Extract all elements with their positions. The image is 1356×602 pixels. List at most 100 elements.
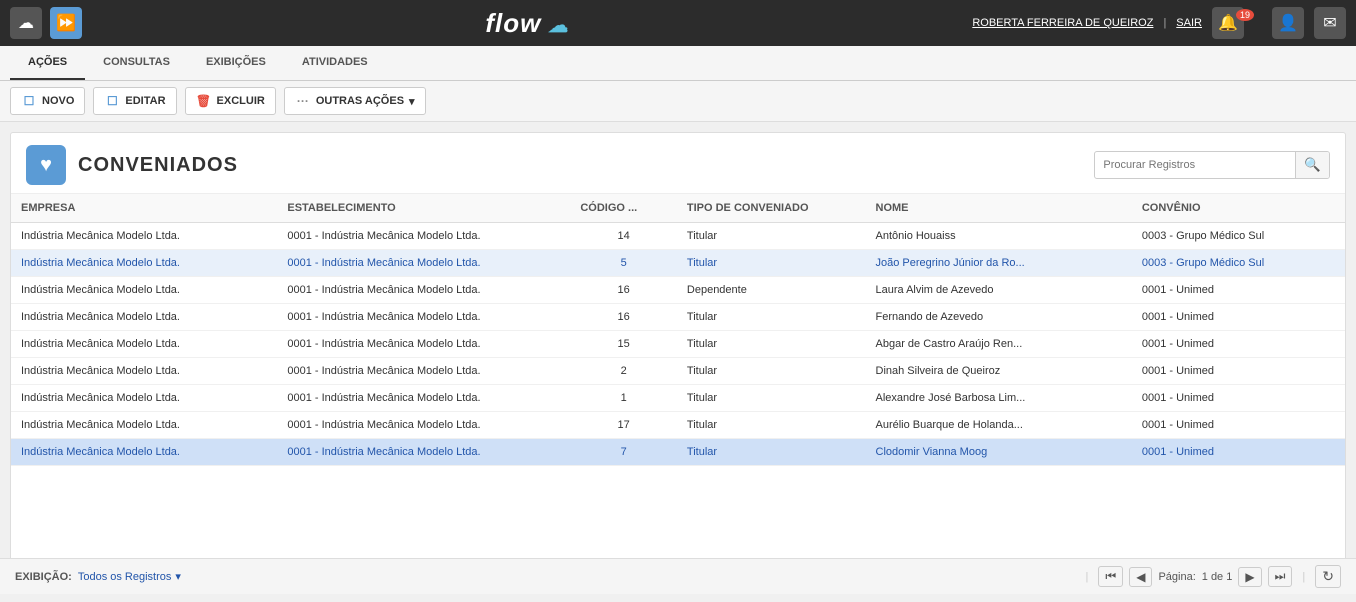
mail-icon-btn[interactable]: ✉ <box>1314 7 1346 39</box>
cell-codigo: 15 <box>570 331 677 358</box>
table-row[interactable]: Indústria Mecânica Modelo Ltda.0001 - In… <box>11 250 1345 277</box>
footer-left: EXIBIÇÃO: Todos os Registros ▾ <box>15 570 181 583</box>
user-icon-btn[interactable]: 👤 <box>1272 7 1304 39</box>
cell-estabelecimento: 0001 - Indústria Mecânica Modelo Ltda. <box>277 250 570 277</box>
cell-empresa: Indústria Mecânica Modelo Ltda. <box>11 250 277 277</box>
cell-estabelecimento: 0001 - Indústria Mecânica Modelo Ltda. <box>277 304 570 331</box>
top-bar-center: flow ☁ <box>485 8 569 39</box>
tab-atividades[interactable]: ATIVIDADES <box>284 46 386 80</box>
cell-empresa: Indústria Mecânica Modelo Ltda. <box>11 223 277 250</box>
table-row[interactable]: Indústria Mecânica Modelo Ltda.0001 - In… <box>11 331 1345 358</box>
cell-empresa: Indústria Mecânica Modelo Ltda. <box>11 331 277 358</box>
cell-estabelecimento: 0001 - Indústria Mecânica Modelo Ltda. <box>277 277 570 304</box>
page-header-left: ♥ CONVENIADOS <box>26 145 238 185</box>
cell-estabelecimento: 0001 - Indústria Mecânica Modelo Ltda. <box>277 223 570 250</box>
view-select[interactable]: Todos os Registros ▾ <box>78 570 181 583</box>
cell-tipo: Titular <box>677 385 866 412</box>
cell-nome: Aurélio Buarque de Holanda... <box>866 412 1132 439</box>
cell-tipo: Titular <box>677 331 866 358</box>
page-current: 1 de 1 <box>1202 571 1233 583</box>
table-row[interactable]: Indústria Mecânica Modelo Ltda.0001 - In… <box>11 385 1345 412</box>
table-row[interactable]: Indústria Mecânica Modelo Ltda.0001 - In… <box>11 412 1345 439</box>
cell-estabelecimento: 0001 - Indústria Mecânica Modelo Ltda. <box>277 439 570 466</box>
excluir-icon: 🗑 <box>196 93 212 109</box>
page-label: Página: <box>1158 571 1195 583</box>
editar-button[interactable]: ☐ EDITAR <box>93 87 176 115</box>
cell-nome: Abgar de Castro Araújo Ren... <box>866 331 1132 358</box>
cell-codigo: 16 <box>570 277 677 304</box>
main-content: ♥ CONVENIADOS 🔍 EMPRESA ESTABELECIMENTO … <box>10 132 1346 592</box>
col-header-nome: NOME <box>866 194 1132 223</box>
next-page-button[interactable]: ▶ <box>1238 567 1261 587</box>
top-bar-left: ☁ ⏩ <box>10 7 82 39</box>
cell-nome: João Peregrino Júnior da Ro... <box>866 250 1132 277</box>
outras-acoes-button[interactable]: ··· OUTRAS AÇÕES ▾ <box>284 87 426 115</box>
first-page-button[interactable]: ⏮ <box>1098 566 1123 587</box>
last-page-button[interactable]: ⏭ <box>1268 566 1293 587</box>
cell-codigo: 1 <box>570 385 677 412</box>
refresh-button[interactable]: ↻ <box>1315 565 1341 588</box>
col-header-empresa: EMPRESA <box>11 194 277 223</box>
excluir-button[interactable]: 🗑 EXCLUIR <box>185 87 276 115</box>
table-header-row: EMPRESA ESTABELECIMENTO CÓDIGO ... TIPO … <box>11 194 1345 223</box>
app-logo: flow ☁ <box>485 8 569 39</box>
page-icon: ♥ <box>26 145 66 185</box>
top-bar: ☁ ⏩ flow ☁ ROBERTA FERREIRA DE QUEIROZ |… <box>0 0 1356 46</box>
table-row[interactable]: Indústria Mecânica Modelo Ltda.0001 - In… <box>11 223 1345 250</box>
col-header-convenio: CONVÊNIO <box>1132 194 1345 223</box>
cell-estabelecimento: 0001 - Indústria Mecânica Modelo Ltda. <box>277 358 570 385</box>
cell-convenio: 0001 - Unimed <box>1132 304 1345 331</box>
cell-empresa: Indústria Mecânica Modelo Ltda. <box>11 439 277 466</box>
search-input[interactable] <box>1095 154 1295 176</box>
cell-convenio: 0001 - Unimed <box>1132 331 1345 358</box>
cell-convenio: 0003 - Grupo Médico Sul <box>1132 223 1345 250</box>
logo-text: flow <box>485 8 541 38</box>
table-row[interactable]: Indústria Mecânica Modelo Ltda.0001 - In… <box>11 277 1345 304</box>
prev-page-button[interactable]: ◀ <box>1129 567 1152 587</box>
table-row[interactable]: Indústria Mecânica Modelo Ltda.0001 - In… <box>11 439 1345 466</box>
novo-label: NOVO <box>42 95 74 107</box>
cell-tipo: Titular <box>677 250 866 277</box>
tab-acoes[interactable]: AÇÕES <box>10 46 85 80</box>
cell-codigo: 2 <box>570 358 677 385</box>
outras-acoes-label: OUTRAS AÇÕES <box>316 95 404 107</box>
exibicao-label: EXIBIÇÃO: <box>15 571 72 583</box>
tab-consultas[interactable]: CONSULTAS <box>85 46 188 80</box>
col-header-tipo: TIPO DE CONVENIADO <box>677 194 866 223</box>
toolbar: ☐ NOVO ☐ EDITAR 🗑 EXCLUIR ··· OUTRAS AÇÕ… <box>0 81 1356 122</box>
cell-convenio: 0003 - Grupo Médico Sul <box>1132 250 1345 277</box>
cell-estabelecimento: 0001 - Indústria Mecânica Modelo Ltda. <box>277 412 570 439</box>
search-button[interactable]: 🔍 <box>1295 152 1329 178</box>
cell-convenio: 0001 - Unimed <box>1132 439 1345 466</box>
novo-button[interactable]: ☐ NOVO <box>10 87 85 115</box>
col-header-estabelecimento: ESTABELECIMENTO <box>277 194 570 223</box>
tab-exibicoes[interactable]: EXIBIÇÕES <box>188 46 284 80</box>
cell-nome: Antônio Houaiss <box>866 223 1132 250</box>
cell-estabelecimento: 0001 - Indústria Mecânica Modelo Ltda. <box>277 331 570 358</box>
exit-icon-btn[interactable]: ⏩ <box>50 7 82 39</box>
page-header: ♥ CONVENIADOS 🔍 <box>11 133 1345 194</box>
sair-link[interactable]: SAIR <box>1176 17 1202 29</box>
cell-codigo: 14 <box>570 223 677 250</box>
table-row[interactable]: Indústria Mecânica Modelo Ltda.0001 - In… <box>11 304 1345 331</box>
col-header-codigo: CÓDIGO ... <box>570 194 677 223</box>
cell-estabelecimento: 0001 - Indústria Mecânica Modelo Ltda. <box>277 385 570 412</box>
view-label: Todos os Registros <box>78 571 172 583</box>
page-title: CONVENIADOS <box>78 154 238 177</box>
cell-nome: Dinah Silveira de Queiroz <box>866 358 1132 385</box>
cell-empresa: Indústria Mecânica Modelo Ltda. <box>11 412 277 439</box>
table-row[interactable]: Indústria Mecânica Modelo Ltda.0001 - In… <box>11 358 1345 385</box>
cell-nome: Fernando de Azevedo <box>866 304 1132 331</box>
outras-acoes-icon: ··· <box>295 93 311 109</box>
cloud-icon-btn[interactable]: ☁ <box>10 7 42 39</box>
notification-badge: 19 <box>1236 9 1254 21</box>
logo-cloud-icon: ☁ <box>541 15 569 37</box>
table-body: Indústria Mecânica Modelo Ltda.0001 - In… <box>11 223 1345 466</box>
cell-convenio: 0001 - Unimed <box>1132 358 1345 385</box>
cell-empresa: Indústria Mecânica Modelo Ltda. <box>11 385 277 412</box>
cell-codigo: 7 <box>570 439 677 466</box>
cell-tipo: Titular <box>677 304 866 331</box>
user-name-link[interactable]: ROBERTA FERREIRA DE QUEIROZ <box>972 17 1153 29</box>
cell-nome: Clodomir Vianna Moog <box>866 439 1132 466</box>
excluir-label: EXCLUIR <box>217 95 265 107</box>
